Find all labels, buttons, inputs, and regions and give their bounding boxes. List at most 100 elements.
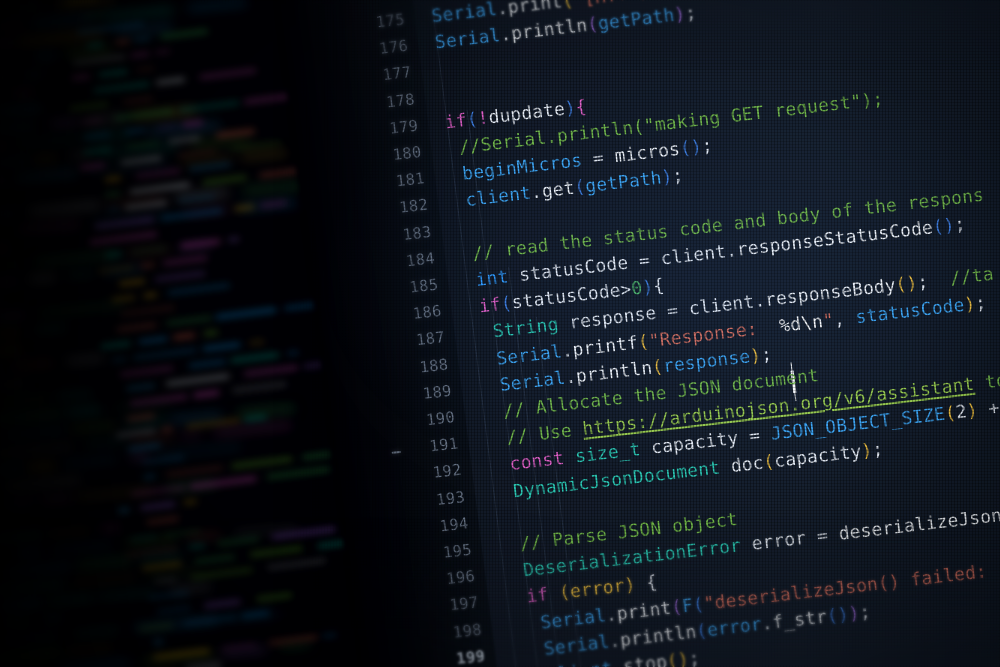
line-number[interactable]: 177 [350,63,413,88]
line-number[interactable]: 184 [373,249,436,274]
line-number[interactable]: 195 [410,540,473,565]
blurred-code-fragment [266,467,331,480]
code-editor-pane[interactable]: 175 176 177 178 179 180 181 182 183 184 185 186 187 1… [333,0,1000,667]
line-number[interactable]: 185 [376,275,439,300]
blurred-code-fragment [0,91,6,105]
blurred-code-fragment [11,89,34,97]
blurred-code-fragment [28,274,55,283]
screenshot-photo-of-code-editor: 175 176 177 178 179 180 181 182 183 184 185 186 187 1… [0,0,1000,667]
blurred-code-fragment [139,623,173,632]
blurred-code-fragment [180,239,221,249]
blurred-code-fragment [0,618,31,627]
blurred-code-fragment [183,615,237,626]
line-number[interactable]: 196 [413,567,476,592]
blurred-code-fragment [164,528,201,538]
code-token-par: error [568,576,626,603]
code-token-fn: f_str [771,606,829,634]
blurred-code-fragment [0,39,14,48]
blurred-code-fragment [152,648,210,660]
code-token-obj: statusCode [854,295,966,328]
code-token-type2: String [491,315,560,343]
blurred-code-fragment [0,581,64,593]
blurred-code-fragment [83,132,111,140]
blurred-code-fragment [203,599,241,609]
blurred-code-fragment [104,191,121,198]
code-token-pl: doc [729,452,765,477]
blurred-code-fragment [64,406,101,416]
blurred-code-fragment [143,292,158,299]
line-number[interactable]: 175 [343,10,406,35]
code-token-fn: println [574,358,654,388]
blurred-code-fragment [115,38,130,45]
blurred-code-fragment [178,100,240,113]
line-number[interactable]: 192 [400,461,463,486]
blurred-code-fragment [188,543,206,550]
line-number[interactable]: 186 [380,302,443,327]
blurred-code-fragment [142,474,156,480]
code-token-kw: { [574,96,588,119]
line-number[interactable]: 178 [353,90,416,115]
code-token-pl: client [659,241,728,270]
blurred-code-fragment [202,175,247,185]
blurred-code-fragment [120,366,174,377]
code-token-obj: getPath [597,5,676,35]
blurred-code-fragment [93,217,155,229]
line-number[interactable]: 180 [360,143,423,168]
line-number[interactable]: 183 [370,222,433,247]
blurred-code-fragment [260,200,288,208]
blurred-code-fragment [271,527,336,540]
code-token-pl: + [987,398,1000,421]
blurred-code-fragment [73,627,120,637]
blurred-code-fragment [126,413,156,422]
blurred-code-fragment [69,102,109,111]
editor-surface[interactable]: 175 176 177 178 179 180 181 182 183 184 185 186 187 1… [333,0,1000,667]
blurred-code-fragment [154,577,178,585]
blurred-code-fragment [157,123,179,131]
line-number[interactable]: 198 [420,620,483,645]
code-token-fn: micros [613,139,682,168]
code-token-cmt: //ta [948,264,996,290]
line-number[interactable]: 181 [363,169,426,194]
line-number[interactable]: 179 [356,116,419,141]
blurred-code-fragment [114,108,175,121]
line-number[interactable]: 176 [346,37,409,62]
code-token-fn: print [615,597,673,625]
line-number[interactable]: 193 [403,487,466,512]
blurred-code-fragment [116,322,157,332]
blurred-code-fragment [0,74,11,81]
blurred-code-fragment [0,380,27,389]
blurred-code-fragment [154,271,206,282]
blurred-code-fragment [54,390,93,400]
line-number[interactable]: 182 [366,196,429,221]
code-token-pl: client [687,292,756,321]
line-number[interactable]: 194 [406,514,470,539]
blurred-code-fragment [166,465,224,477]
code-token-pl: ; [671,166,685,188]
line-number[interactable]: 188 [386,355,449,380]
blurred-code-fragment [230,140,282,152]
blurred-code-fragment [83,147,112,155]
line-number[interactable]: 191 [396,434,460,459]
blurred-code-fragment [14,170,77,182]
blurred-code-fragment [105,251,123,258]
code-token-fn: printf [571,332,640,361]
code-token-kw: if [443,110,469,134]
code-token-pl: capacity [773,441,863,472]
blurred-code-fragment [176,148,217,158]
line-number[interactable]: 199 [423,646,486,667]
blurred-code-fragment [0,410,61,423]
line-number[interactable]: 197 [416,593,480,618]
blurred-code-fragment [231,456,293,469]
line-number[interactable]: 189 [390,381,453,406]
blurred-code-fragment [255,592,293,602]
blurred-code-fragment [162,255,208,266]
code-token-cmt: // Use [505,419,585,449]
line-number[interactable]: 190 [393,408,456,433]
blurred-code-fragment [0,177,7,187]
blurred-code-fragment [120,305,175,317]
line-number[interactable]: 187 [383,328,446,353]
blurred-code-fragment [141,455,185,465]
blurred-code-fragment [215,307,277,320]
blurred-code-fragment [241,610,270,619]
blurred-code-fragment [87,42,104,49]
